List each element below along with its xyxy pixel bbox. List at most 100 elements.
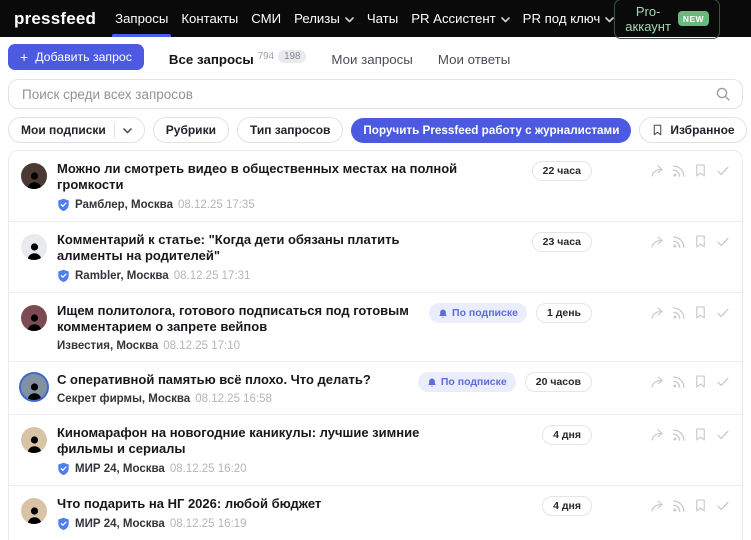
share-icon[interactable]	[649, 234, 664, 249]
nav-item-media[interactable]: СМИ	[251, 0, 281, 37]
add-request-button[interactable]: + Добавить запрос	[8, 44, 144, 70]
timestamp: 08.12.25 16:19	[170, 518, 247, 530]
request-meta: МИР 24, Москва 08.12.25 16:20	[57, 462, 722, 476]
request-title[interactable]: Ищем политолога, готового подписаться по…	[57, 303, 459, 335]
source-name: Известия, Москва	[57, 340, 158, 352]
request-title[interactable]: С оперативной памятью всё плохо. Что дел…	[57, 372, 459, 388]
share-icon[interactable]	[649, 374, 664, 389]
timestamp: 08.12.25 16:58	[195, 393, 272, 405]
rss-icon[interactable]	[671, 234, 686, 249]
favorites-filter[interactable]: Избранное	[639, 117, 746, 143]
tab-all-requests[interactable]: Все запросы 794 198	[169, 48, 307, 67]
bell-icon	[427, 377, 437, 388]
source-name: Рамблер, Москва	[75, 199, 173, 211]
tab-count: 794	[258, 51, 274, 62]
rubrics-filter[interactable]: Рубрики	[153, 117, 229, 143]
avatar	[21, 374, 47, 400]
request-title[interactable]: Что подарить на НГ 2026: любой бюджет	[57, 496, 459, 512]
verified-shield-icon	[57, 517, 70, 531]
nav-item-chats[interactable]: Чаты	[367, 0, 398, 37]
source-name: МИР 24, Москва	[75, 463, 165, 475]
timestamp: 08.12.25 17:10	[163, 340, 240, 352]
request-row[interactable]: Комментарий к статье: "Когда дети обязан…	[9, 222, 742, 293]
chevron-down-icon	[345, 17, 354, 23]
age-badge: 4 дня	[542, 425, 592, 445]
source-name: МИР 24, Москва	[75, 518, 165, 530]
avatar	[21, 163, 47, 189]
person-icon	[25, 381, 44, 400]
share-icon[interactable]	[649, 163, 664, 178]
person-icon	[25, 170, 44, 189]
requests-list: Можно ли смотреть видео в общественных м…	[8, 150, 743, 540]
share-icon[interactable]	[649, 305, 664, 320]
request-meta: Рамблер, Москва 08.12.25 17:35	[57, 198, 722, 212]
subscription-badge: По подписке	[429, 303, 527, 323]
check-icon[interactable]	[715, 427, 730, 442]
request-row[interactable]: Что подарить на НГ 2026: любой бюджет МИ…	[9, 486, 742, 540]
check-icon[interactable]	[715, 374, 730, 389]
request-row[interactable]: Можно ли смотреть видео в общественных м…	[9, 151, 742, 222]
age-badge: 1 день	[536, 303, 592, 323]
row-actions	[649, 163, 730, 178]
share-icon[interactable]	[649, 427, 664, 442]
rss-icon[interactable]	[671, 163, 686, 178]
rss-icon[interactable]	[671, 498, 686, 513]
avatar	[21, 498, 47, 524]
age-badge: 20 часов	[525, 372, 592, 392]
nav-item-requests[interactable]: Запросы	[115, 0, 168, 37]
rss-icon[interactable]	[671, 427, 686, 442]
rss-icon[interactable]	[671, 305, 686, 320]
check-icon[interactable]	[715, 234, 730, 249]
pro-account-button[interactable]: Pro-аккаунт NEW	[614, 0, 720, 39]
verified-shield-icon	[57, 269, 70, 283]
requests-toolbar: + Добавить запрос Все запросы 794 198 Мо…	[0, 37, 751, 73]
check-icon[interactable]	[715, 498, 730, 513]
pressfeed-logo[interactable]: pressfeed	[14, 9, 96, 29]
nav-item-pr-turnkey[interactable]: PR под ключ	[523, 0, 615, 37]
chevron-down-icon[interactable]	[123, 128, 132, 134]
request-row[interactable]: Ищем политолога, готового подписаться по…	[9, 293, 742, 362]
row-actions	[649, 498, 730, 513]
filters-row: Мои подписки Рубрики Тип запросов Поручи…	[8, 117, 743, 143]
subscription-badge: По подписке	[418, 372, 516, 392]
bookmark-icon[interactable]	[693, 305, 708, 320]
nav-item-contacts[interactable]: Контакты	[181, 0, 238, 37]
request-meta: Rambler, Москва 08.12.25 17:31	[57, 269, 722, 283]
bookmark-icon[interactable]	[693, 163, 708, 178]
search-icon[interactable]	[715, 86, 731, 102]
hire-pressfeed-button[interactable]: Поручить Pressfeed работу с журналистами	[351, 118, 631, 143]
tab-my-answers[interactable]: Мои ответы	[438, 48, 510, 67]
avatar	[21, 234, 47, 260]
search-input[interactable]	[20, 86, 715, 103]
bookmark-icon[interactable]	[693, 374, 708, 389]
source-name: Rambler, Москва	[75, 270, 169, 282]
request-row[interactable]: С оперативной памятью всё плохо. Что дел…	[9, 362, 742, 415]
age-badge: 23 часа	[532, 232, 592, 252]
tab-my-requests[interactable]: Мои запросы	[331, 48, 412, 67]
plus-icon: +	[20, 52, 28, 62]
main-nav: Запросы Контакты СМИ Релизы Чаты PR Асси…	[115, 0, 614, 37]
request-type-filter[interactable]: Тип запросов	[237, 117, 343, 143]
share-icon[interactable]	[649, 498, 664, 513]
bookmark-icon[interactable]	[693, 234, 708, 249]
request-title[interactable]: Киномарафон на новогодние каникулы: лучш…	[57, 425, 459, 457]
row-actions	[649, 234, 730, 249]
check-icon[interactable]	[715, 163, 730, 178]
rss-icon[interactable]	[671, 374, 686, 389]
person-icon	[25, 505, 44, 524]
person-icon	[25, 241, 44, 260]
row-actions	[649, 305, 730, 320]
request-row[interactable]: Киномарафон на новогодние каникулы: лучш…	[9, 415, 742, 486]
bookmark-icon[interactable]	[693, 498, 708, 513]
chevron-down-icon	[605, 17, 614, 23]
my-subscriptions-filter[interactable]: Мои подписки	[8, 117, 145, 143]
timestamp: 08.12.25 17:35	[178, 199, 255, 211]
nav-item-releases[interactable]: Релизы	[294, 0, 354, 37]
bookmark-icon[interactable]	[693, 427, 708, 442]
request-meta: Секрет фирмы, Москва 08.12.25 16:58	[57, 393, 722, 405]
request-title[interactable]: Можно ли смотреть видео в общественных м…	[57, 161, 459, 193]
timestamp: 08.12.25 16:20	[170, 463, 247, 475]
nav-item-pr-assistant[interactable]: PR Ассистент	[411, 0, 509, 37]
request-title[interactable]: Комментарий к статье: "Когда дети обязан…	[57, 232, 459, 264]
check-icon[interactable]	[715, 305, 730, 320]
